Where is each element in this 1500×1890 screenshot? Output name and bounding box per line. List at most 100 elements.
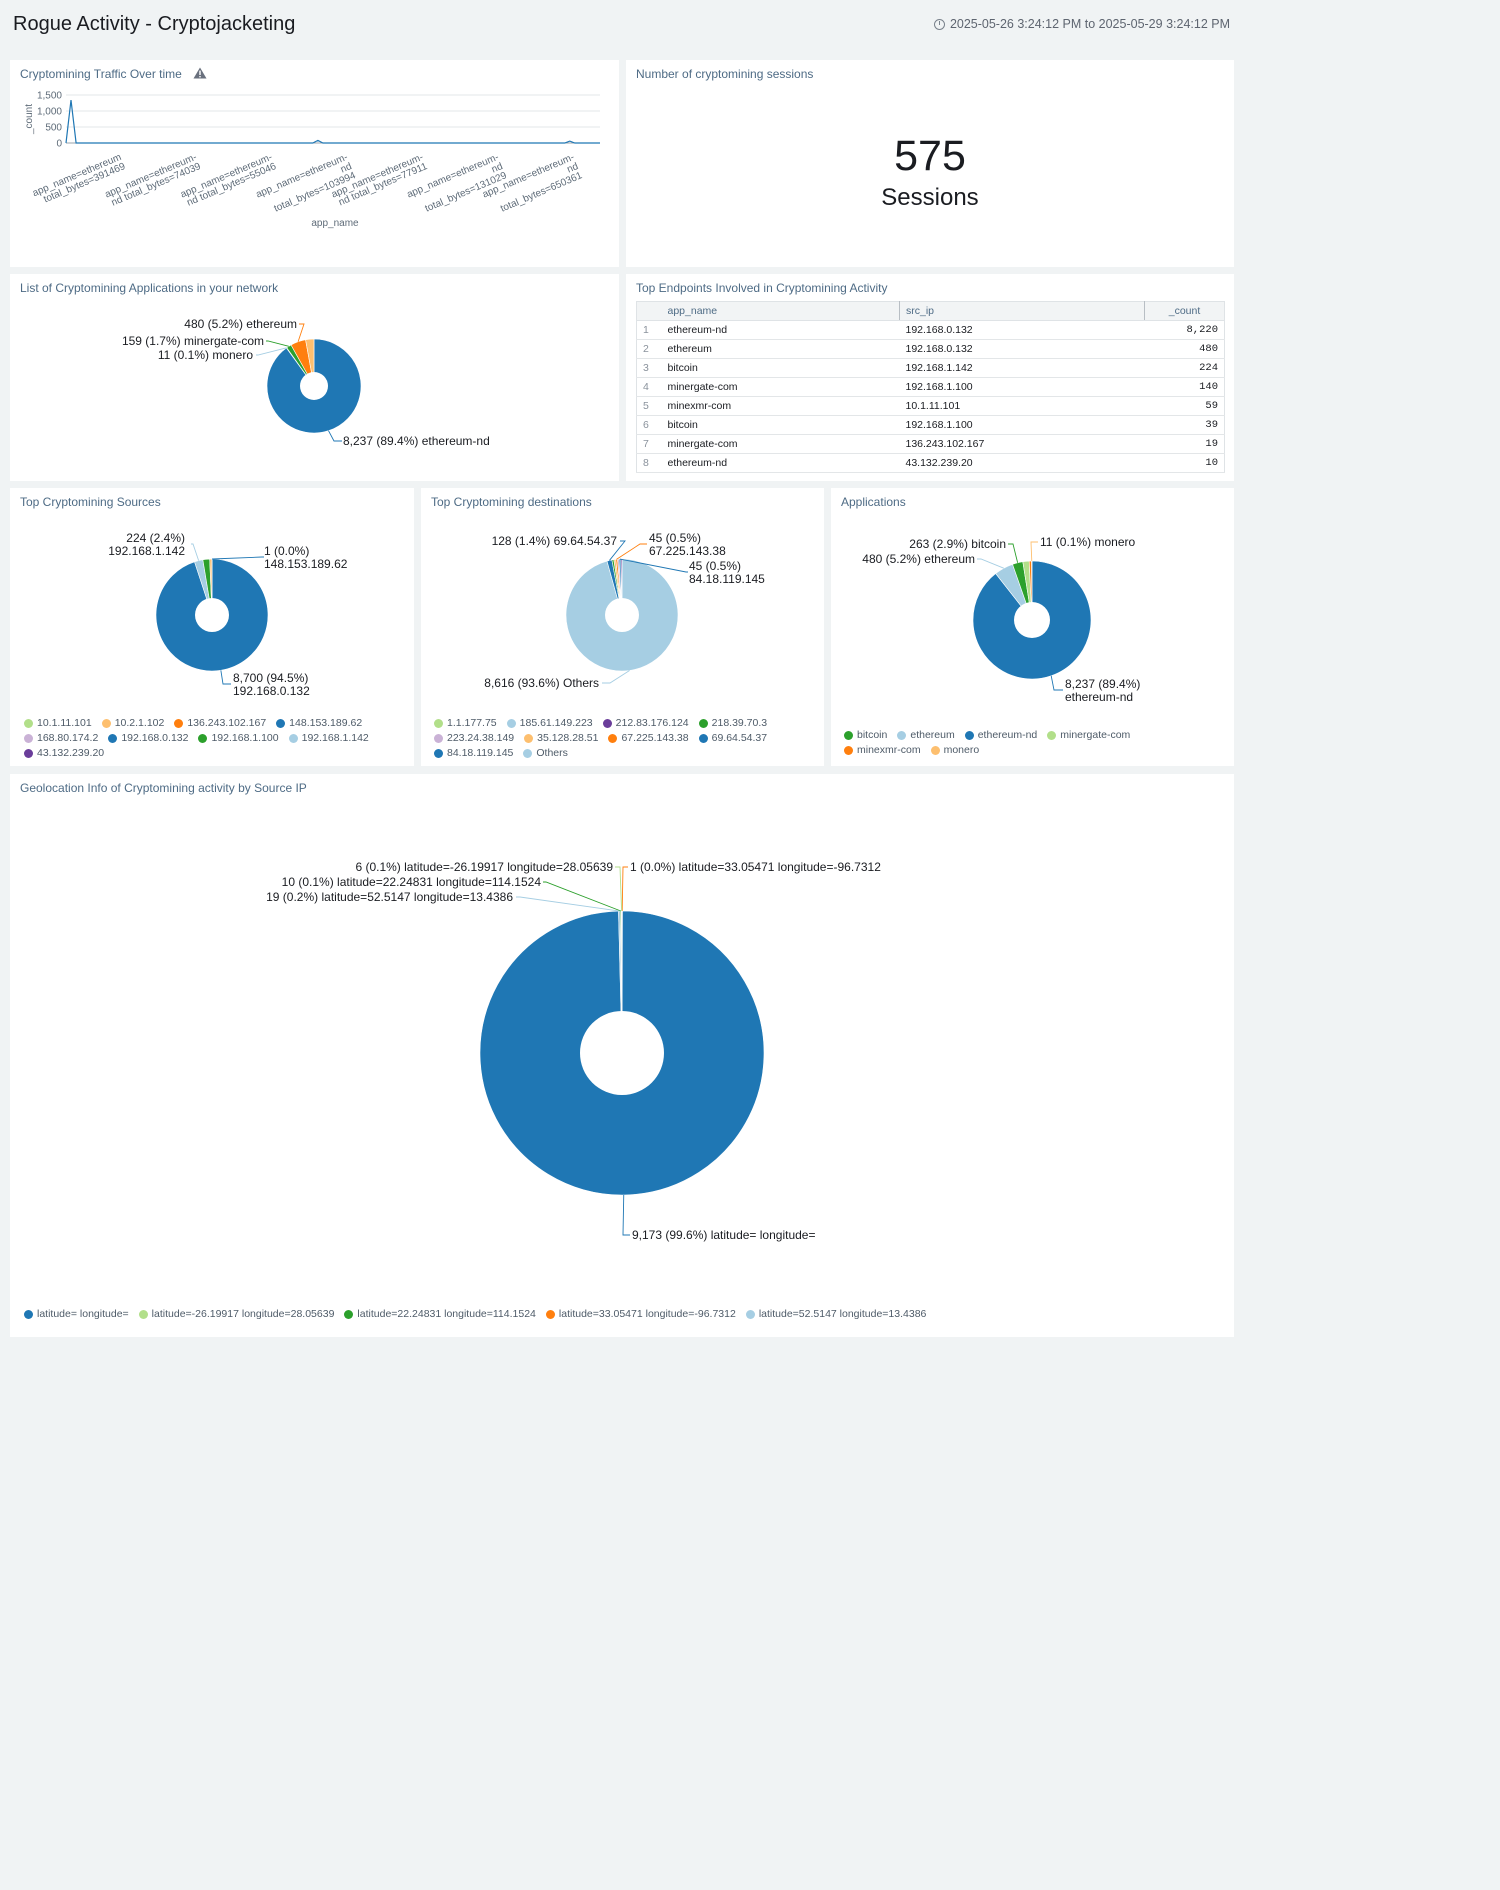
geolocation-legend: latitude= longitude= latitude=-26.19917 l… bbox=[24, 1308, 1224, 1320]
pie-slice-label: 45 (0.5%) 67.225.143.38 bbox=[649, 531, 726, 558]
legend-item[interactable]: latitude=-26.19917 longitude=28.05639 bbox=[138, 1308, 334, 1320]
pie-slice-label: 11 (0.1%) monero bbox=[1040, 535, 1135, 549]
legend-label: latitude= longitude= bbox=[37, 1308, 129, 1320]
table-row[interactable]: 5 minexmr-com 10.1.11.101 59 bbox=[636, 396, 1225, 416]
sessions-unit: Sessions bbox=[881, 184, 979, 211]
cell-src-ip: 192.168.1.100 bbox=[899, 377, 1145, 397]
legend-item[interactable]: 67.225.143.38 bbox=[608, 732, 689, 744]
legend-label: 35.128.28.51 bbox=[537, 732, 599, 744]
legend-swatch bbox=[24, 748, 33, 758]
legend-swatch bbox=[24, 718, 33, 728]
legend-item[interactable]: 43.132.239.20 bbox=[24, 747, 104, 759]
panel-title: Top Endpoints Involved in Cryptomining A… bbox=[636, 281, 888, 295]
column-header-src-ip[interactable]: src_ip bbox=[899, 301, 1145, 321]
legend-item[interactable]: 1.1.177.75 bbox=[434, 717, 497, 729]
column-header-count[interactable]: _count bbox=[1144, 301, 1225, 321]
legend-item[interactable]: 69.64.54.37 bbox=[698, 732, 768, 744]
legend-item[interactable]: 223.24.38.149 bbox=[434, 732, 514, 744]
dashboard-header: Rogue Activity - Cryptojacketing 2025-05… bbox=[0, 0, 1244, 52]
time-range-text: 2025-05-26 3:24:12 PM to 2025-05-29 3:24… bbox=[949, 17, 1230, 31]
applications-pie-chart: 8,237 (89.4%) ethereum-nd 480 (5.2%) ether… bbox=[862, 535, 1140, 704]
clock-icon bbox=[933, 18, 945, 30]
time-range-picker[interactable]: 2025-05-26 3:24:12 PM to 2025-05-29 3:24… bbox=[933, 17, 1230, 31]
pie-leader-line bbox=[266, 340, 289, 347]
legend-item[interactable]: 192.168.0.132 bbox=[108, 732, 188, 744]
legend-item[interactable]: 148.153.189.62 bbox=[276, 717, 362, 729]
legend-item[interactable]: Others bbox=[523, 747, 568, 759]
legend-item[interactable]: latitude=52.5147 longitude=13.4386 bbox=[745, 1308, 926, 1320]
legend-swatch bbox=[745, 1309, 755, 1319]
cell-app-name: ethereum-nd bbox=[661, 320, 900, 340]
row-index: 2 bbox=[636, 339, 662, 359]
panel-top-endpoints: Top Endpoints Involved in Cryptomining A… bbox=[626, 274, 1234, 481]
legend-swatch bbox=[434, 748, 443, 758]
row-index: 4 bbox=[636, 377, 662, 397]
legend-label: 192.168.1.100 bbox=[211, 732, 279, 744]
legend-label: 192.168.0.132 bbox=[121, 732, 189, 744]
legend-item[interactable]: 84.18.119.145 bbox=[434, 747, 513, 759]
panel-sessions: Number of cryptomining sessions 575 Sess… bbox=[626, 60, 1234, 267]
y-tick-label: 1,000 bbox=[37, 107, 62, 118]
legend-item[interactable]: 192.168.1.100 bbox=[198, 732, 279, 744]
pie-slice-label: 6 (0.1%) latitude=-26.19917 longitude=28… bbox=[355, 860, 613, 874]
row-index: 3 bbox=[636, 358, 662, 378]
panel-geolocation: Geolocation Info of Cryptomining activit… bbox=[10, 774, 1234, 1337]
legend-label: 69.64.54.37 bbox=[711, 732, 768, 744]
pie-slice-label: 10 (0.1%) latitude=22.24831 longitude=11… bbox=[282, 875, 542, 889]
legend-item[interactable]: 136.243.102.167 bbox=[174, 717, 266, 729]
legend-item[interactable]: bitcoin bbox=[844, 729, 887, 741]
pie-slice-label: 8,616 (93.6%) Others bbox=[484, 676, 599, 690]
table-row[interactable]: 3 bitcoin 192.168.1.142 224 bbox=[636, 358, 1225, 378]
pie-leader-line bbox=[1030, 541, 1038, 562]
row-index: 1 bbox=[636, 320, 662, 340]
panel-traffic-over-time: Cryptomining Traffic Over time 0 500 1,000… bbox=[10, 60, 619, 267]
column-header-index bbox=[636, 301, 662, 321]
legend-label: 185.61.149.223 bbox=[519, 717, 593, 729]
pie-slice-label: 128 (1.4%) 69.64.54.37 bbox=[492, 534, 618, 548]
legend-item[interactable]: monero bbox=[930, 744, 979, 756]
panel-applications-list: List of Cryptomining Applications in you… bbox=[10, 274, 619, 481]
series-line[interactable] bbox=[65, 100, 600, 144]
legend-label: ethereum-nd bbox=[977, 729, 1038, 741]
table-row[interactable]: 1 ethereum-nd 192.168.0.132 8,220 bbox=[636, 320, 1225, 340]
table-row[interactable]: 8 ethereum-nd 43.132.239.20 10 bbox=[636, 453, 1225, 473]
cell-src-ip: 10.1.11.101 bbox=[899, 396, 1145, 416]
legend-item[interactable]: 218.39.70.3 bbox=[698, 717, 767, 729]
cell-app-name: bitcoin bbox=[661, 358, 900, 378]
legend-item[interactable]: latitude= longitude= bbox=[24, 1308, 129, 1320]
legend-label: minexmr-com bbox=[857, 744, 921, 756]
legend-item[interactable]: ethereum bbox=[897, 729, 955, 741]
pie-slice-label: 1 (0.0%) 148.153.189.62 bbox=[264, 544, 348, 571]
geolocation-pie-chart: 9,173 (99.6%) latitude= longitude= 1 (0.0… bbox=[266, 860, 881, 1242]
legend-item[interactable]: minexmr-com bbox=[844, 744, 921, 756]
table-row[interactable]: 4 minergate-com 192.168.1.100 140 bbox=[636, 377, 1225, 397]
legend-item[interactable]: latitude=33.05471 longitude=-96.7312 bbox=[545, 1308, 736, 1320]
cell-src-ip: 43.132.239.20 bbox=[899, 453, 1145, 473]
row-index: 8 bbox=[636, 453, 662, 473]
table-row[interactable]: 7 minergate-com 136.243.102.167 19 bbox=[636, 434, 1225, 454]
legend-item[interactable]: minergate-com bbox=[1047, 729, 1130, 741]
column-header-app-name[interactable]: app_name bbox=[661, 301, 900, 321]
cell-app-name: ethereum-nd bbox=[661, 453, 900, 473]
table-row[interactable]: 6 bitcoin 192.168.1.100 39 bbox=[636, 415, 1225, 435]
legend-item[interactable]: 10.1.11.101 bbox=[24, 717, 92, 729]
applications-list-pie-chart: 8,237 (89.4%) ethereum-nd 480 (5.2%) ethe… bbox=[122, 317, 490, 448]
legend-item[interactable]: 168.80.174.2 bbox=[24, 732, 98, 744]
legend-swatch bbox=[198, 733, 208, 743]
donut-hole bbox=[605, 598, 639, 632]
legend-item[interactable]: 35.128.28.51 bbox=[524, 732, 598, 744]
legend-item[interactable]: latitude=22.24831 longitude=114.1524 bbox=[344, 1308, 536, 1320]
legend-item[interactable]: 10.2.1.102 bbox=[101, 717, 164, 729]
cell-count: 59 bbox=[1144, 396, 1225, 416]
legend-swatch bbox=[698, 718, 708, 728]
table-row[interactable]: 2 ethereum 192.168.0.132 480 bbox=[636, 339, 1225, 359]
legend-swatch bbox=[844, 730, 853, 740]
legend-item[interactable]: 192.168.1.142 bbox=[288, 732, 369, 744]
legend-label: 67.225.143.38 bbox=[621, 732, 689, 744]
cell-count: 8,220 bbox=[1144, 320, 1225, 340]
legend-item[interactable]: 212.83.176.124 bbox=[602, 717, 689, 729]
legend-item[interactable]: ethereum-nd bbox=[964, 729, 1038, 741]
legend-item[interactable]: 185.61.149.223 bbox=[506, 717, 593, 729]
legend-label: 223.24.38.149 bbox=[447, 732, 515, 744]
cell-src-ip: 192.168.0.132 bbox=[899, 320, 1145, 340]
